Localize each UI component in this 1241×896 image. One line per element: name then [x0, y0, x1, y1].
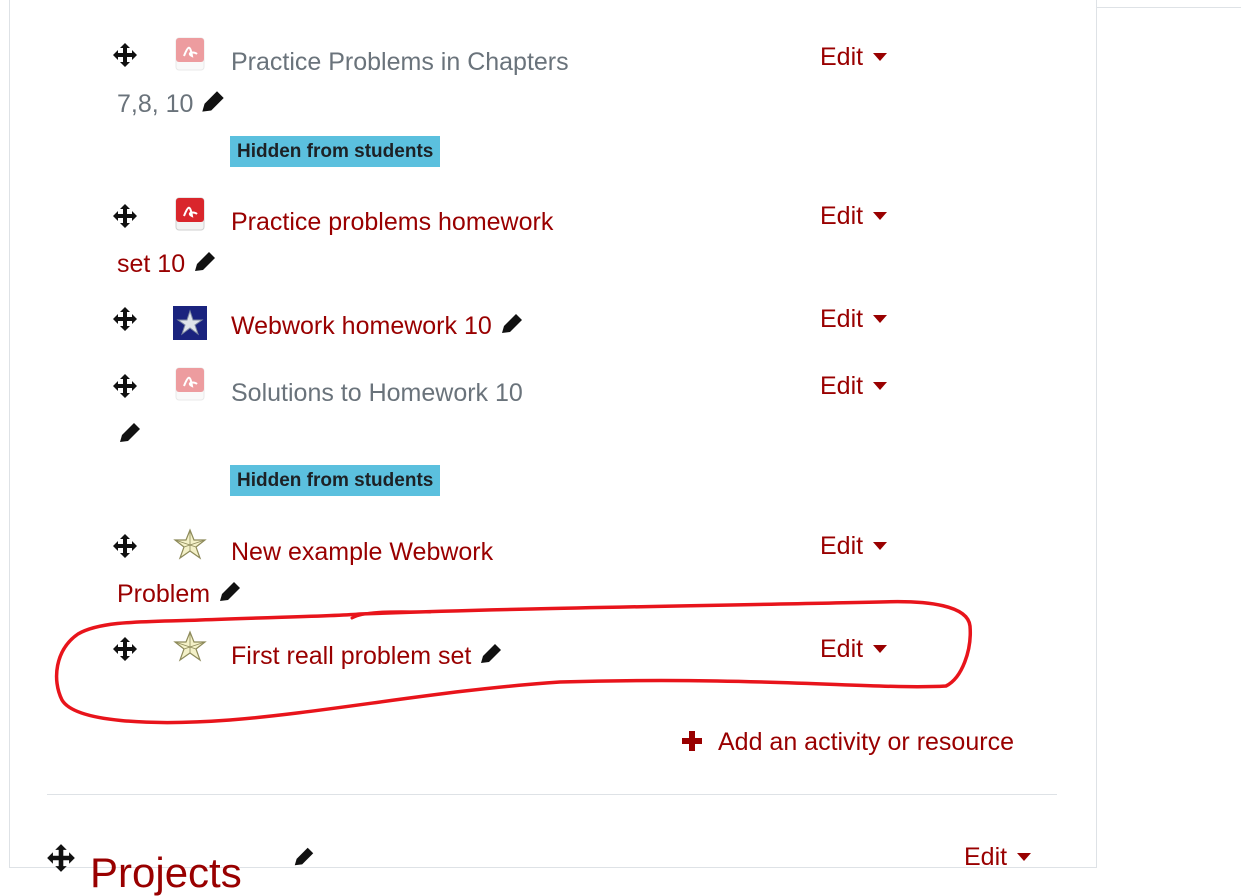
caret-down-icon [873, 645, 888, 653]
edit-menu-button[interactable]: Edit [820, 531, 888, 561]
edit-menu-button[interactable]: Edit [820, 371, 888, 401]
add-activity-button[interactable]: Add an activity or resource [682, 726, 1014, 758]
pencil-icon[interactable] [192, 249, 218, 275]
top-divider [1097, 7, 1241, 8]
edit-label: Edit [820, 43, 864, 71]
edit-menu-button[interactable]: Edit [820, 201, 888, 231]
edit-label: Edit [820, 372, 864, 400]
activity-title-line2: 7,8, 10 [117, 90, 194, 118]
plus-icon [682, 731, 702, 751]
caret-down-icon [873, 212, 888, 220]
pencil-icon[interactable] [499, 311, 525, 337]
hidden-badge: Hidden from students [230, 465, 441, 496]
move-handle-icon[interactable] [112, 636, 138, 662]
activity-title-line1: Practice Problems in Chapters [231, 48, 569, 76]
pencil-icon[interactable] [217, 579, 243, 605]
pencil-icon[interactable] [478, 641, 504, 667]
edit-label: Edit [820, 635, 864, 663]
activity-title: First reall problem set [231, 642, 472, 670]
activity-link-webwork-homework-10[interactable]: Webwork homework 10 [174, 305, 644, 347]
activity-title-line2: Problem [117, 580, 211, 608]
activity-link-first-reall-problem-set[interactable]: First reall problem set [174, 635, 644, 677]
section-divider [47, 794, 1057, 795]
activity-link-practice-problems-chapters[interactable]: Practice Problems in Chapters 7,8, 10 [117, 41, 644, 125]
pencil-icon[interactable] [292, 845, 316, 869]
activity-link-practice-problems-homework[interactable]: Practice problems homework set 10 [117, 201, 644, 285]
caret-down-icon [1017, 853, 1032, 861]
caret-down-icon [873, 382, 888, 390]
add-activity-label: Add an activity or resource [718, 728, 1014, 756]
hidden-badge: Hidden from students [230, 136, 441, 167]
caret-down-icon [873, 542, 888, 550]
edit-menu-button[interactable]: Edit [820, 304, 888, 334]
activity-link-new-example-webwork[interactable]: New example Webwork Problem [117, 531, 644, 615]
activity-link-solutions-homework-10[interactable]: Solutions to Homework 10 [120, 372, 644, 456]
move-handle-icon[interactable] [112, 203, 138, 229]
move-handle-icon[interactable] [112, 306, 138, 332]
caret-down-icon [873, 315, 888, 323]
pencil-icon[interactable] [200, 89, 226, 115]
activity-title: Webwork homework 10 [231, 312, 492, 340]
activity-title-line1: Practice problems homework [231, 208, 554, 236]
edit-menu-button[interactable]: Edit [820, 634, 888, 664]
activity-title: Solutions to Homework 10 [231, 379, 523, 407]
section-edit-menu-button[interactable]: Edit [964, 843, 1032, 872]
edit-label: Edit [820, 532, 864, 560]
caret-down-icon [873, 53, 888, 61]
edit-label: Edit [820, 305, 864, 333]
move-handle-icon[interactable] [46, 843, 76, 873]
move-handle-icon[interactable] [112, 42, 138, 68]
section-title-projects[interactable]: Projects [90, 852, 242, 894]
move-handle-icon[interactable] [112, 373, 138, 399]
move-handle-icon[interactable] [112, 533, 138, 559]
activity-title-line2: set 10 [117, 250, 186, 278]
edit-label: Edit [964, 843, 1008, 871]
edit-label: Edit [820, 202, 864, 230]
edit-menu-button[interactable]: Edit [820, 42, 888, 72]
activity-title-line1: New example Webwork [231, 538, 494, 566]
pencil-icon[interactable] [117, 420, 143, 446]
